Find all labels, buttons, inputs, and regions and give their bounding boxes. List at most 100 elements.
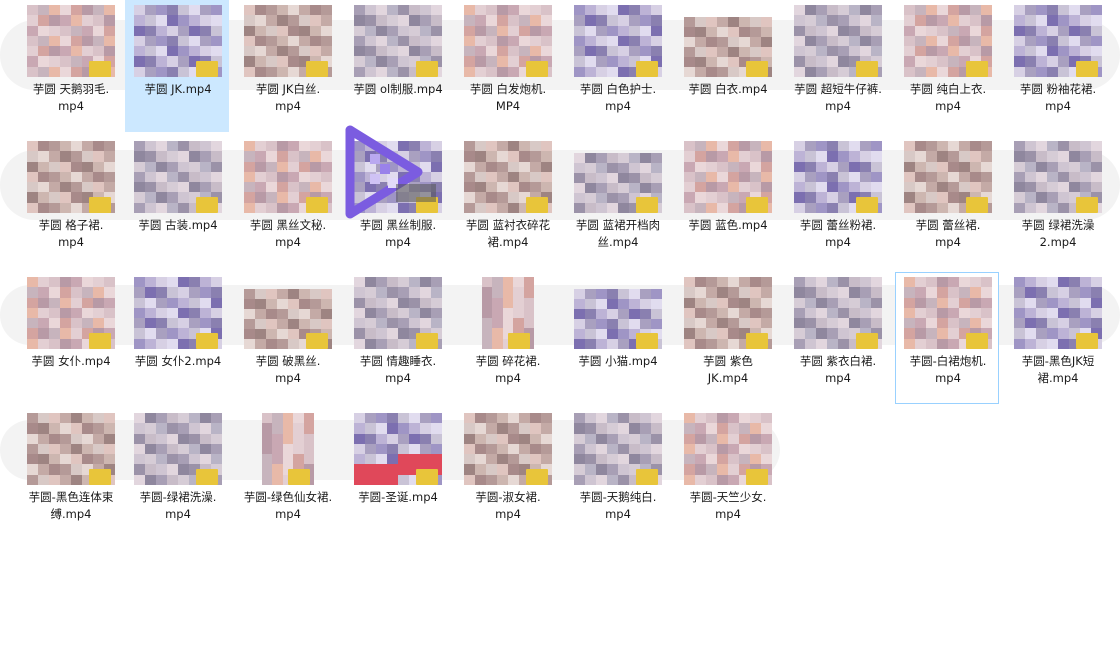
file-item[interactable]: 芋圆 蕾丝粉裙. mp4 (785, 136, 889, 268)
file-item[interactable]: 芋圆 蓝裙开档肉 丝.mp4 (565, 136, 669, 268)
file-item[interactable]: 芋圆 白发炮机. MP4 (455, 0, 559, 132)
file-name: 芋圆 情趣睡衣. mp4 (346, 353, 450, 387)
file-item[interactable]: 芋圆 格子裙. mp4 (18, 136, 122, 268)
file-name-line-1: 芋圆 JK.mp4 (144, 82, 212, 96)
video-thumbnail (794, 277, 882, 349)
video-thumbnail (904, 141, 992, 213)
file-item[interactable]: 芋圆 小猫.mp4 (565, 272, 669, 404)
file-item[interactable]: 芋圆 黑丝文秘. mp4 (235, 136, 339, 268)
file-item[interactable]: 芋圆-天鹅纯白. mp4 (565, 408, 669, 540)
file-item[interactable]: 芋圆 紫衣白裙. mp4 (785, 272, 889, 404)
file-name: 芋圆 白色护士. mp4 (566, 81, 670, 115)
video-thumbnail (27, 5, 115, 77)
file-name-line-2: mp4 (495, 507, 521, 521)
file-item[interactable]: 芋圆 JK.mp4 (125, 0, 229, 132)
file-name-line-1: 芋圆 白发炮机. (469, 82, 547, 96)
file-item[interactable]: 芋圆 JK白丝. mp4 (235, 0, 339, 132)
file-name: 芋圆 蕾丝裙. mp4 (896, 217, 1000, 251)
file-name: 芋圆 粉袖花裙. mp4 (1006, 81, 1110, 115)
video-player-logo-icon (345, 125, 436, 219)
file-name-line-1: 芋圆 紫色 (703, 354, 753, 368)
file-item[interactable]: 芋圆-绿色仙女裙. mp4 (235, 408, 339, 540)
player-badge-icon (746, 197, 768, 213)
player-badge-icon (89, 61, 111, 77)
file-item[interactable]: 芋圆 白衣.mp4 (675, 0, 779, 132)
file-name: 芋圆-天鹅纯白. mp4 (566, 489, 670, 523)
player-badge-icon (508, 333, 530, 349)
file-name-line-1: 芋圆 JK白丝. (255, 82, 321, 96)
file-name: 芋圆 碎花裙. mp4 (456, 353, 560, 387)
file-item[interactable]: 芋圆 蕾丝裙. mp4 (895, 136, 999, 268)
file-name-line-2: mp4 (935, 371, 961, 385)
file-item[interactable]: 芋圆 超短牛仔裤. mp4 (785, 0, 889, 132)
file-name: 芋圆 蓝裙开档肉 丝.mp4 (566, 217, 670, 251)
file-item[interactable]: 芋圆 天鹅羽毛. mp4 (18, 0, 122, 132)
file-name-line-1: 芋圆 天鹅羽毛. (32, 82, 110, 96)
video-thumbnail (574, 413, 662, 485)
file-name-line-2: mp4 (715, 507, 741, 521)
video-thumbnail (354, 5, 442, 77)
file-item[interactable]: 芋圆 粉袖花裙. mp4 (1005, 0, 1109, 132)
file-item[interactable]: 芋圆 纯白上衣. mp4 (895, 0, 999, 132)
file-name: 芋圆-绿色仙女裙. mp4 (236, 489, 340, 523)
video-thumbnail (1014, 141, 1102, 213)
video-thumbnail (244, 289, 332, 349)
video-thumbnail (134, 413, 222, 485)
file-name-line-2: mp4 (58, 99, 84, 113)
file-item[interactable]: 芋圆-淑女裙. mp4 (455, 408, 559, 540)
file-name-line-2: mp4 (495, 371, 521, 385)
file-item[interactable]: 芋圆-圣诞.mp4 (345, 408, 449, 540)
file-name: 芋圆 黑丝文秘. mp4 (236, 217, 340, 251)
file-item[interactable]: 芋圆 情趣睡衣. mp4 (345, 272, 449, 404)
file-item[interactable]: 芋圆-天竺少女. mp4 (675, 408, 779, 540)
file-name-line-2: mp4 (165, 507, 191, 521)
file-item[interactable]: 芋圆 蓝衬衣碎花 裙.mp4 (455, 136, 559, 268)
file-name: 芋圆 蓝色.mp4 (676, 217, 780, 234)
file-item[interactable]: 芋圆-绿裙洗澡. mp4 (125, 408, 229, 540)
file-name-line-1: 芋圆 蓝衬衣碎花 (465, 218, 551, 232)
player-badge-icon (966, 333, 988, 349)
file-item[interactable]: 芋圆 ol制服.mp4 (345, 0, 449, 132)
player-badge-icon (288, 469, 310, 485)
file-name: 芋圆 ol制服.mp4 (346, 81, 450, 98)
player-badge-icon (856, 197, 878, 213)
file-item[interactable]: 芋圆 女仆.mp4 (18, 272, 122, 404)
player-badge-icon (196, 469, 218, 485)
file-name: 芋圆 JK.mp4 (126, 81, 230, 98)
player-badge-icon (306, 333, 328, 349)
file-name-line-1: 芋圆 ol制服.mp4 (353, 82, 443, 96)
file-name: 芋圆-天竺少女. mp4 (676, 489, 780, 523)
file-item[interactable]: 芋圆 白色护士. mp4 (565, 0, 669, 132)
file-name: 芋圆-黑色连体束 缚.mp4 (19, 489, 123, 523)
player-badge-icon (196, 333, 218, 349)
file-item[interactable]: 芋圆 蓝色.mp4 (675, 136, 779, 268)
file-item[interactable]: 芋圆-黑色连体束 缚.mp4 (18, 408, 122, 540)
video-thumbnail (794, 141, 882, 213)
file-name-line-2: mp4 (605, 99, 631, 113)
file-name-line-1: 芋圆-淑女裙. (475, 490, 541, 504)
video-thumbnail (904, 277, 992, 349)
file-name: 芋圆 紫衣白裙. mp4 (786, 353, 890, 387)
file-name-line-2: JK.mp4 (707, 371, 749, 385)
file-item[interactable]: 芋圆 紫色 JK.mp4 (675, 272, 779, 404)
file-name-line-1: 芋圆-黑色JK短 (1021, 354, 1095, 368)
file-item[interactable]: 芋圆 古装.mp4 (125, 136, 229, 268)
file-name-line-1: 芋圆 格子裙. (38, 218, 104, 232)
file-name-line-1: 芋圆 碎花裙. (475, 354, 541, 368)
file-name-line-1: 芋圆 紫衣白裙. (799, 354, 877, 368)
player-badge-icon (416, 333, 438, 349)
file-name-line-1: 芋圆 纯白上衣. (909, 82, 987, 96)
file-item[interactable]: 芋圆 女仆2.mp4 (125, 272, 229, 404)
player-badge-icon (306, 61, 328, 77)
file-item[interactable]: 芋圆 破黑丝. mp4 (235, 272, 339, 404)
file-item[interactable]: 芋圆 绿裙洗澡 2.mp4 (1005, 136, 1109, 268)
file-name-line-1: 芋圆 蕾丝裙. (915, 218, 981, 232)
file-item[interactable]: 芋圆-黑色JK短 裙.mp4 (1005, 272, 1109, 404)
video-thumbnail (684, 413, 772, 485)
file-name-line-2: mp4 (825, 371, 851, 385)
file-item[interactable]: 芋圆-白裙炮机. mp4 (895, 272, 999, 404)
file-name: 芋圆 破黑丝. mp4 (236, 353, 340, 387)
file-name: 芋圆 黑丝制服. mp4 (346, 217, 450, 251)
file-item[interactable]: 芋圆 碎花裙. mp4 (455, 272, 559, 404)
file-name-line-2: 裙.mp4 (487, 235, 529, 249)
